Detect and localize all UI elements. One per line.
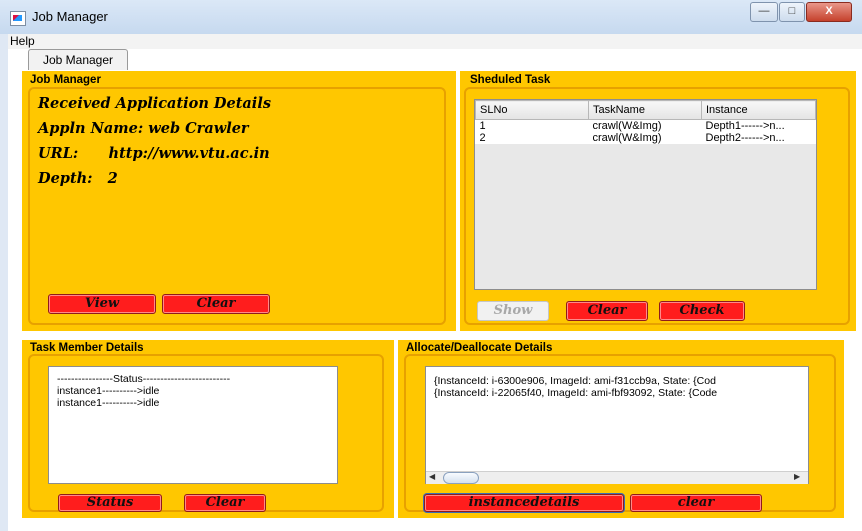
status-header-line: ----------------Status------------------… [57, 373, 231, 385]
horizontal-scrollbar[interactable] [426, 471, 808, 484]
cell-slno: 2 [479, 132, 486, 144]
table-row[interactable]: 1 crawl(W&Img) Depth1------>n... [476, 120, 816, 133]
scrollbar-thumb[interactable] [443, 472, 479, 484]
task-table[interactable]: SLNo TaskName Instance 1 crawl(W&Img) De… [474, 99, 817, 290]
close-button[interactable]: X [806, 2, 852, 22]
scroll-right-icon[interactable]: ▶ [794, 472, 800, 482]
java-app-icon [10, 11, 26, 26]
status-text-area[interactable]: ----------------Status------------------… [48, 366, 338, 484]
window-left-edge [0, 34, 8, 531]
status-button[interactable]: Status [58, 494, 162, 512]
title-bar [0, 0, 862, 35]
job-clear-button[interactable]: Clear [162, 294, 270, 314]
minimize-button[interactable]: — [750, 2, 778, 22]
instancedetails-button[interactable]: instancedetails [424, 494, 624, 512]
col-instance[interactable]: Instance [701, 100, 816, 120]
cell-taskname: crawl(W&Img) [592, 120, 662, 132]
cell-instance: Depth2------>n... [705, 132, 785, 144]
cell-slno: 1 [479, 120, 486, 132]
menu-help[interactable]: Help [10, 34, 35, 48]
allocate-title: Allocate/Deallocate Details [406, 342, 553, 354]
cell-taskname: crawl(W&Img) [592, 132, 662, 144]
appln-name-label: Appln Name: web Crawler [38, 120, 249, 137]
status-line: instance1---------->idle [57, 385, 160, 397]
tab-job-manager[interactable]: Job Manager [28, 49, 128, 70]
instance-line: {InstanceId: i-22065f40, ImageId: ami-fb… [434, 387, 718, 399]
maximize-button[interactable]: □ [779, 2, 805, 22]
scroll-left-icon[interactable]: ◀ [429, 472, 435, 482]
depth-label: Depth: 2 [38, 170, 118, 187]
task-member-title: Task Member Details [30, 342, 144, 354]
member-clear-button[interactable]: Clear [184, 494, 266, 512]
scheduled-task-title: Sheduled Task [470, 74, 551, 86]
window-title: Job Manager [32, 9, 108, 24]
check-button[interactable]: Check [659, 301, 745, 321]
url-label: URL: http://www.vtu.ac.in [38, 145, 270, 162]
task-table-grid: SLNo TaskName Instance 1 crawl(W&Img) De… [475, 100, 816, 144]
allocate-clear-button[interactable]: clear [630, 494, 762, 512]
col-slno[interactable]: SLNo [475, 100, 589, 120]
view-button[interactable]: View [48, 294, 156, 314]
received-details-label: Received Application Details [38, 95, 271, 112]
job-manager-title: Job Manager [30, 74, 101, 86]
allocate-text-area[interactable]: {InstanceId: i-6300e906, ImageId: ami-f3… [425, 366, 809, 484]
instance-line: {InstanceId: i-6300e906, ImageId: ami-f3… [434, 375, 716, 387]
show-button[interactable]: Show [477, 301, 549, 321]
task-clear-button[interactable]: Clear [566, 301, 648, 321]
table-row[interactable]: 2 crawl(W&Img) Depth2------>n... [476, 132, 816, 144]
status-line: instance1---------->idle [57, 397, 160, 409]
cell-instance: Depth1------>n... [705, 120, 785, 132]
menu-bar [8, 34, 862, 49]
col-taskname[interactable]: TaskName [588, 100, 702, 120]
